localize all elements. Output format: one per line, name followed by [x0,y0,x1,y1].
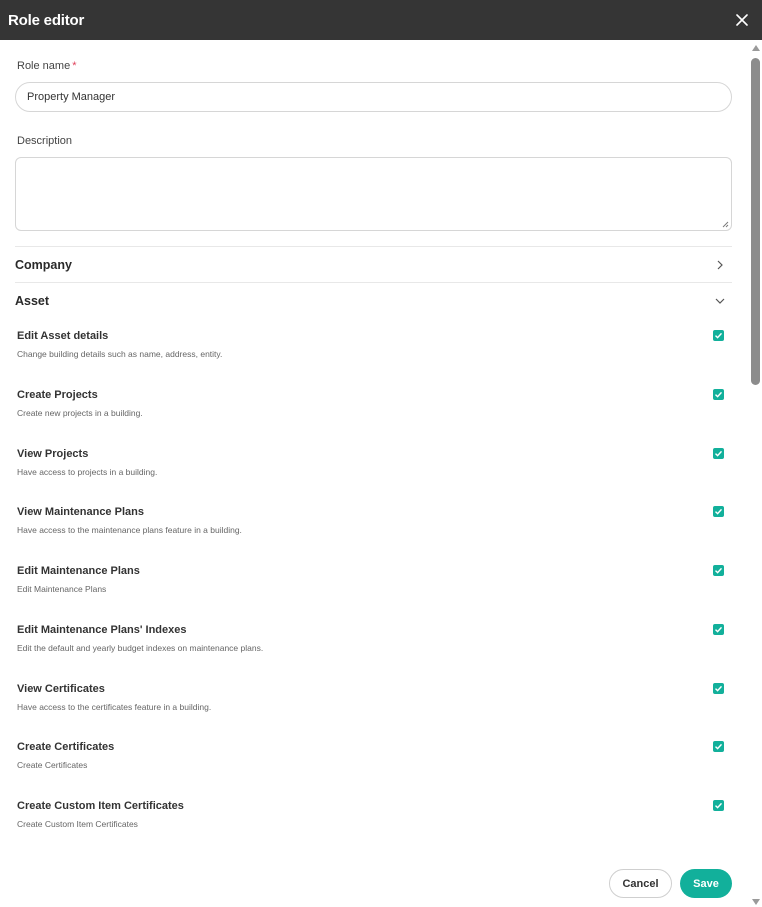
section-asset-header[interactable]: Asset [15,286,732,316]
scroll-up-arrow-icon[interactable] [752,45,760,51]
permission-title: View Projects [17,448,89,460]
save-button[interactable]: Save [680,869,732,898]
permission-item: View Projects Have access to projects in… [17,448,729,498]
permission-description: Have access to the maintenance plans fea… [17,525,242,535]
permission-checkbox[interactable] [713,330,724,341]
checkmark-icon [715,332,723,339]
checkmark-icon [715,450,723,457]
section-company-header[interactable]: Company [15,250,732,280]
divider [15,282,732,283]
permission-title: View Certificates [17,683,105,695]
permission-item: Edit Maintenance Plans' Indexes Edit the… [17,624,729,674]
permission-title: Edit Maintenance Plans' Indexes [17,624,187,636]
permission-item: Create Custom Item Certificates Create C… [17,800,729,850]
close-icon [736,14,748,26]
permission-title: Edit Maintenance Plans [17,565,140,577]
required-mark: * [72,60,77,72]
permission-title: Create Custom Item Certificates [17,800,184,812]
role-name-input[interactable]: Property Manager [15,82,732,112]
checkmark-icon [715,391,723,398]
section-company-label: Company [15,258,72,272]
permission-item: Create Projects Create new projects in a… [17,389,729,439]
checkmark-icon [715,508,723,515]
description-textarea[interactable] [15,157,732,231]
role-name-label: Role name * [17,60,76,72]
permission-description: Create Custom Item Certificates [17,819,138,829]
checkmark-icon [715,743,723,750]
permission-item: Edit Asset details Change building detai… [17,330,729,380]
description-label: Description [17,135,73,147]
permission-description: Create new projects in a building. [17,408,143,418]
permission-item: Create Certificates Create Certificates [17,741,729,791]
divider [15,246,732,247]
checkmark-icon [715,802,723,809]
role-name-value: Property Manager [27,91,116,103]
permission-checkbox[interactable] [713,448,724,459]
cancel-button[interactable]: Cancel [609,869,672,898]
dialog-body[interactable]: Role name * Property Manager Description … [0,40,750,907]
permission-checkbox[interactable] [713,389,724,400]
checkmark-icon [715,626,723,633]
permission-description: Change building details such as name, ad… [17,349,223,359]
permission-description: Have access to the certificates feature … [17,702,212,712]
checkmark-icon [715,567,723,574]
permission-title: Create Certificates [17,741,115,753]
scroll-down-arrow-icon[interactable] [752,899,760,905]
resize-grip-icon[interactable] [722,221,729,228]
permission-checkbox[interactable] [713,506,724,517]
permission-description: Edit the default and yearly budget index… [17,643,264,653]
close-button[interactable] [732,10,752,30]
permission-item: View Maintenance Plans Have access to th… [17,506,729,556]
dialog-title: Role editor [8,11,85,29]
permission-item: View Certificates Have access to the cer… [17,683,729,733]
scrollbar-thumb[interactable] [751,58,760,385]
permission-description: Have access to projects in a building. [17,467,158,477]
chevron-down-icon [714,295,726,307]
dialog-titlebar: Role editor [0,0,762,40]
section-asset-label: Asset [15,294,50,308]
permission-checkbox[interactable] [713,624,724,635]
permission-checkbox[interactable] [713,683,724,694]
permission-checkbox[interactable] [713,741,724,752]
chevron-right-icon [714,259,726,271]
permission-title: View Maintenance Plans [17,506,144,518]
permission-item: Edit Maintenance Plans Edit Maintenance … [17,565,729,615]
permission-checkbox[interactable] [713,565,724,576]
checkmark-icon [715,685,723,692]
role-name-label-text: Role name [17,60,71,72]
permission-description: Create Certificates [17,760,88,770]
permission-checkbox[interactable] [713,800,724,811]
permission-description: Edit Maintenance Plans [17,584,107,594]
permission-title: Edit Asset details [17,330,109,342]
vertical-scrollbar[interactable] [750,40,762,907]
permission-title: Create Projects [17,389,98,401]
